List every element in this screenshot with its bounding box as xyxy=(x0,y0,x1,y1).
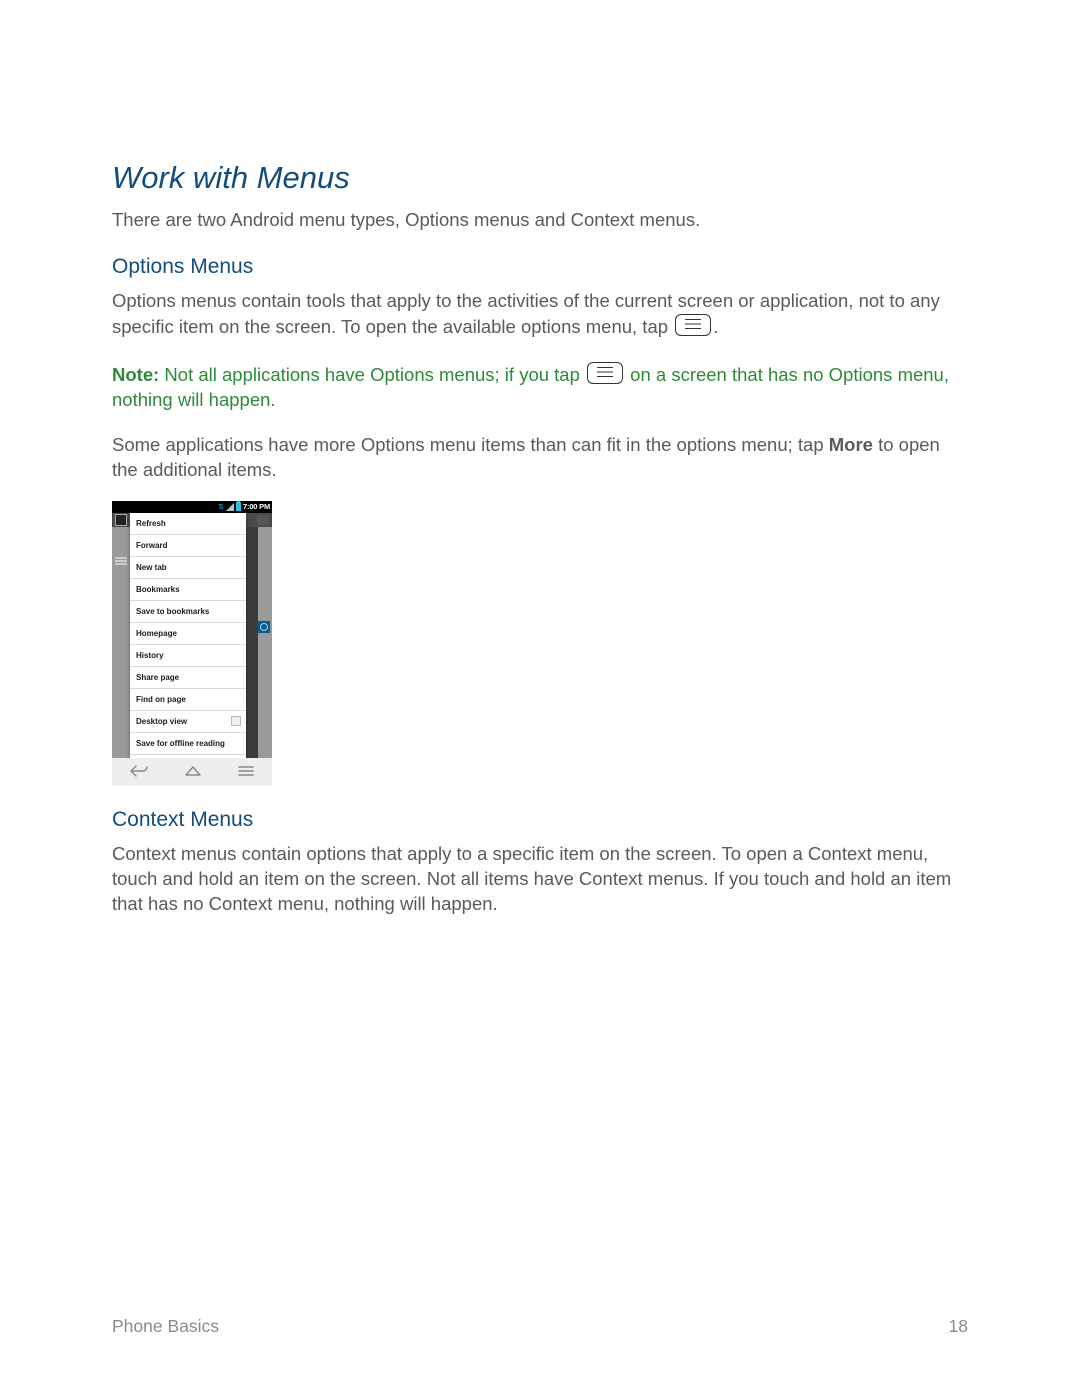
menu-item-bookmarks: Bookmarks xyxy=(130,579,246,601)
note-label: Note: xyxy=(112,364,159,385)
menu-item-desktop-view: Desktop view xyxy=(130,711,246,733)
menu-item-new-tab: New tab xyxy=(130,557,246,579)
tabs-icon xyxy=(257,515,269,525)
search-button xyxy=(258,621,270,633)
footer-section-name: Phone Basics xyxy=(112,1316,219,1337)
phone-status-bar: ⇅ 7:00 PM xyxy=(112,501,272,513)
options-desc-part1: Options menus contain tools that apply t… xyxy=(112,290,940,337)
menu-item-desktop-view-label: Desktop view xyxy=(136,717,187,726)
menu-item-forward: Forward xyxy=(130,535,246,557)
more-bold: More xyxy=(829,434,873,455)
menu-key-icon xyxy=(587,362,623,384)
window-icon xyxy=(115,514,127,526)
menu-item-find-on-page: Find on page xyxy=(130,689,246,711)
options-menu-popup: Refresh Forward New tab Bookmarks Save t… xyxy=(130,513,246,770)
signal-icon xyxy=(226,503,234,511)
menu-key-icon xyxy=(675,314,711,336)
menu-icon xyxy=(238,765,254,779)
document-page: Work with Menus There are two Android me… xyxy=(0,0,1080,1397)
example-screenshot: ⇅ 7:00 PM Refresh Forward New tab Bookma… xyxy=(112,501,272,786)
context-menus-desc: Context menus contain options that apply… xyxy=(112,842,968,917)
options-desc-part2: . xyxy=(713,316,718,337)
phone-right-chrome xyxy=(258,527,272,758)
more-text-a: Some applications have more Options menu… xyxy=(112,434,829,455)
options-note: Note: Not all applications have Options … xyxy=(112,362,968,413)
footer-page-number: 18 xyxy=(949,1316,968,1337)
battery-icon xyxy=(236,502,241,511)
intro-paragraph: There are two Android menu types, Option… xyxy=(112,208,968,233)
options-menus-heading: Options Menus xyxy=(112,255,968,279)
note-text-a: Not all applications have Options menus;… xyxy=(159,364,585,385)
status-time: 7:00 PM xyxy=(243,502,270,511)
network-icon: ⇅ xyxy=(218,503,224,511)
options-more-paragraph: Some applications have more Options menu… xyxy=(112,433,968,483)
options-menus-desc: Options menus contain tools that apply t… xyxy=(112,289,968,340)
context-menus-heading: Context Menus xyxy=(112,808,968,832)
checkbox-icon xyxy=(231,716,241,726)
menu-item-save-bookmarks: Save to bookmarks xyxy=(130,601,246,623)
back-icon xyxy=(130,765,148,779)
page-footer: Phone Basics 18 xyxy=(112,1316,968,1337)
phone-nav-bar xyxy=(112,758,272,786)
menu-item-save-offline: Save for offline reading xyxy=(130,733,246,755)
home-icon xyxy=(184,765,202,779)
menu-item-homepage: Homepage xyxy=(130,623,246,645)
phone-left-chrome xyxy=(112,527,130,758)
page-title: Work with Menus xyxy=(112,160,968,196)
menu-item-history: History xyxy=(130,645,246,667)
menu-item-share-page: Share page xyxy=(130,667,246,689)
menu-item-refresh: Refresh xyxy=(130,513,246,535)
